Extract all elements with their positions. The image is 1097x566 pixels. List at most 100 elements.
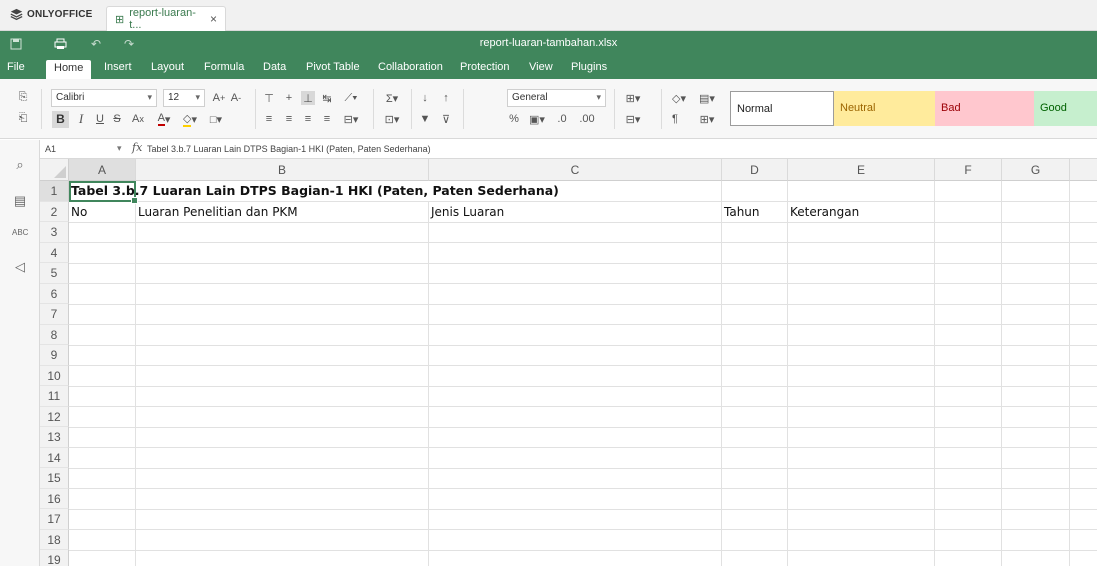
format-painter-icon[interactable]: ¶ <box>668 112 682 126</box>
filter-icon[interactable]: ▼ <box>418 112 432 126</box>
row-header[interactable]: 16 <box>40 488 69 509</box>
cell-c2[interactable]: Jenis Luaran <box>429 202 504 222</box>
row-header[interactable]: 5 <box>40 263 69 284</box>
row-header[interactable]: 15 <box>40 468 69 489</box>
menu-insert[interactable]: Insert <box>104 61 132 73</box>
number-format-select[interactable]: General ▾ <box>507 89 606 107</box>
conditional-format-icon[interactable]: ▤▾ <box>696 91 718 105</box>
orientation-icon[interactable]: ⟋▾ <box>340 91 362 105</box>
accounting-style-icon[interactable]: ▣▾ <box>526 112 548 126</box>
decrease-decimal-icon[interactable]: .0 <box>553 112 571 126</box>
row-header[interactable]: 14 <box>40 447 69 468</box>
row-header[interactable]: 4 <box>40 242 69 263</box>
cell-style-normal[interactable]: Normal <box>730 91 834 126</box>
paste-icon[interactable]: ⎗ <box>16 111 30 125</box>
spellcheck-icon[interactable]: ABC <box>12 225 28 241</box>
borders-icon[interactable]: □▾ <box>205 112 227 126</box>
column-header-c[interactable]: C <box>429 159 722 181</box>
bold-button[interactable]: B <box>52 111 69 128</box>
column-header-f[interactable]: F <box>935 159 1002 181</box>
row-header[interactable]: 12 <box>40 406 69 427</box>
sort-ascending-icon[interactable]: ↓ <box>418 91 432 105</box>
column-header-b[interactable]: B <box>136 159 429 181</box>
menu-pivot-table[interactable]: Pivot Table <box>306 61 360 73</box>
menu-view[interactable]: View <box>529 61 553 73</box>
named-ranges-icon[interactable]: ⊡▾ <box>381 112 403 126</box>
format-as-table-icon[interactable]: ⊞▾ <box>696 112 718 126</box>
percent-style-button[interactable]: % <box>507 112 521 126</box>
font-size-select[interactable]: 12 ▾ <box>163 89 205 107</box>
align-center-icon[interactable]: ≡ <box>282 112 296 126</box>
menu-layout[interactable]: Layout <box>151 61 184 73</box>
row-header[interactable]: 18 <box>40 529 69 550</box>
select-all-corner[interactable] <box>40 159 69 181</box>
close-tab-icon[interactable]: × <box>210 12 217 26</box>
cell-style-bad[interactable]: Bad <box>935 91 1034 126</box>
spreadsheet-grid[interactable]: A B C D E F G 1 2 3 4 5 6 7 8 9 10 11 12… <box>40 159 1097 566</box>
clear-icon[interactable]: ◇▾ <box>668 91 690 105</box>
insert-cells-icon[interactable]: ⊞▾ <box>622 91 644 105</box>
cell-a2[interactable]: No <box>69 202 87 222</box>
row-header[interactable]: 7 <box>40 304 69 325</box>
column-header-d[interactable]: D <box>722 159 788 181</box>
cell-a1[interactable]: Tabel 3.b.7 Luaran Lain DTPS Bagian-1 HK… <box>69 181 721 201</box>
sort-descending-icon[interactable]: ↑ <box>439 91 453 105</box>
menu-file[interactable]: File <box>7 61 25 73</box>
row-header[interactable]: 10 <box>40 365 69 386</box>
row-header[interactable]: 19 <box>40 550 69 566</box>
menu-data[interactable]: Data <box>263 61 286 73</box>
cell-style-neutral[interactable]: Neutral <box>834 91 935 126</box>
row-header[interactable]: 6 <box>40 283 69 304</box>
menu-collaboration[interactable]: Collaboration <box>378 61 443 73</box>
row-header[interactable]: 3 <box>40 222 69 243</box>
cell-e2[interactable]: Keterangan <box>788 202 859 222</box>
align-middle-icon[interactable]: + <box>282 91 296 105</box>
increase-decimal-icon[interactable]: .00 <box>578 112 596 126</box>
onlyoffice-logo[interactable]: ONLYOFFICE <box>10 8 93 21</box>
italic-button[interactable]: I <box>74 111 88 126</box>
function-icon[interactable]: fx <box>132 141 142 154</box>
menu-home[interactable]: Home <box>46 60 92 79</box>
wrap-text-icon[interactable]: ↹ <box>320 91 334 105</box>
increase-font-icon[interactable]: A + <box>212 91 226 105</box>
align-top-icon[interactable]: ⊤ <box>262 91 276 105</box>
search-icon[interactable]: ⌕ <box>12 157 28 173</box>
align-bottom-icon[interactable]: ⊥ <box>301 91 315 105</box>
column-header-e[interactable]: E <box>788 159 935 181</box>
underline-button[interactable]: U <box>93 112 107 126</box>
menu-protection[interactable]: Protection <box>460 61 510 73</box>
menu-formula[interactable]: Formula <box>204 61 244 73</box>
delete-cells-icon[interactable]: ⊟▾ <box>622 112 644 126</box>
font-color-icon[interactable]: A ▾ <box>153 112 175 126</box>
strikethrough-button[interactable]: S <box>110 112 124 126</box>
fill-color-icon[interactable]: ◇ ▾ <box>179 112 201 127</box>
align-left-icon[interactable]: ≡ <box>262 112 276 126</box>
cell-style-good[interactable]: Good <box>1034 91 1097 126</box>
column-header-g[interactable]: G <box>1002 159 1070 181</box>
feedback-icon[interactable]: ◁ <box>12 259 28 275</box>
clear-filter-icon[interactable]: ⊽ <box>439 112 453 126</box>
font-name-select[interactable]: Calibri ▾ <box>51 89 157 107</box>
formula-input[interactable]: Tabel 3.b.7 Luaran Lain DTPS Bagian-1 HK… <box>147 144 431 154</box>
cell-b2[interactable]: Luaran Penelitian dan PKM <box>136 202 298 222</box>
chevron-down-icon[interactable]: ▾ <box>117 143 122 154</box>
subscript-icon[interactable]: Ax <box>128 112 148 126</box>
align-right-icon[interactable]: ≡ <box>301 112 315 126</box>
justify-icon[interactable]: ≡ <box>320 112 334 126</box>
menu-plugins[interactable]: Plugins <box>571 61 607 73</box>
name-box[interactable]: A1 <box>45 144 115 154</box>
copy-icon[interactable]: ⎘ <box>16 90 30 104</box>
row-header[interactable]: 2 <box>40 201 69 222</box>
decrease-font-icon[interactable]: A- <box>229 91 243 105</box>
column-header-a[interactable]: A <box>69 159 136 181</box>
row-header[interactable]: 11 <box>40 386 69 407</box>
comments-icon[interactable]: ▤ <box>12 193 28 209</box>
row-header[interactable]: 17 <box>40 509 69 530</box>
sum-icon[interactable]: Σ▾ <box>381 91 403 105</box>
row-header[interactable]: 8 <box>40 324 69 345</box>
document-tab[interactable]: ⊞ report-luaran-t... × <box>106 6 226 31</box>
row-header[interactable]: 1 <box>40 181 69 202</box>
column-header-h[interactable] <box>1070 159 1097 181</box>
row-header[interactable]: 13 <box>40 427 69 448</box>
row-header[interactable]: 9 <box>40 345 69 366</box>
